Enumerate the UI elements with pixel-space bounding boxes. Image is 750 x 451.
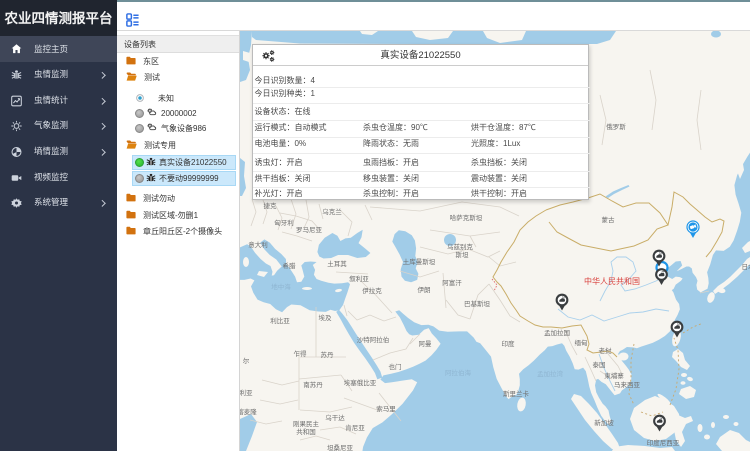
svg-text:土库曼斯坦: 土库曼斯坦 — [403, 257, 436, 266]
svg-text:缅甸: 缅甸 — [575, 338, 588, 347]
svg-text:蒙古: 蒙古 — [602, 215, 616, 224]
svg-text:罗马尼亚: 罗马尼亚 — [296, 226, 323, 234]
svg-text:伊拉克: 伊拉克 — [362, 286, 382, 295]
svg-text:共和国: 共和国 — [296, 427, 316, 436]
svg-text:日本: 日本 — [742, 262, 750, 271]
svg-text:乌干达: 乌干达 — [325, 413, 345, 422]
svg-text:希腊: 希腊 — [283, 261, 297, 270]
svg-text:巴基斯坦: 巴基斯坦 — [464, 299, 491, 308]
svg-text:孟加拉湾: 孟加拉湾 — [537, 369, 564, 378]
svg-text:索马里: 索马里 — [376, 404, 396, 413]
svg-text:沙特阿拉伯: 沙特阿拉伯 — [357, 335, 390, 344]
svg-text:利比亚: 利比亚 — [270, 316, 290, 325]
svg-text:叙利亚: 叙利亚 — [349, 274, 369, 283]
svg-text:也门: 也门 — [389, 362, 402, 371]
svg-text:阿拉伯海: 阿拉伯海 — [445, 368, 472, 377]
svg-text:印度尼西亚: 印度尼西亚 — [647, 438, 680, 447]
svg-text:乌克兰: 乌克兰 — [322, 207, 342, 216]
svg-text:俄罗斯: 俄罗斯 — [606, 122, 626, 131]
svg-text:埃及: 埃及 — [319, 313, 333, 322]
svg-text:尔: 尔 — [243, 356, 250, 365]
svg-text:苏丹: 苏丹 — [321, 350, 335, 359]
svg-text:泰国: 泰国 — [593, 360, 606, 369]
svg-text:埃塞俄比亚: 埃塞俄比亚 — [344, 378, 377, 387]
svg-text:马来西亚: 马来西亚 — [614, 381, 641, 389]
svg-text:乍得: 乍得 — [294, 349, 308, 358]
svg-text:坦桑尼亚: 坦桑尼亚 — [327, 443, 354, 451]
svg-text:印度: 印度 — [502, 339, 516, 348]
svg-text:新加坡: 新加坡 — [594, 418, 614, 427]
svg-text:喀麦隆: 喀麦隆 — [240, 407, 257, 416]
svg-text:阿富汗: 阿富汗 — [442, 278, 462, 287]
svg-text:阿曼: 阿曼 — [419, 339, 433, 348]
svg-text:意大利: 意大利 — [248, 240, 268, 249]
svg-text:乌兹别克: 乌兹别克 — [447, 242, 474, 251]
svg-text:肯尼亚: 肯尼亚 — [345, 423, 365, 432]
svg-text:土耳其: 土耳其 — [327, 259, 347, 268]
svg-text:老挝: 老挝 — [599, 346, 613, 355]
svg-text:南苏丹: 南苏丹 — [303, 380, 323, 389]
svg-text:斯坦: 斯坦 — [456, 250, 470, 259]
svg-text:伊朗: 伊朗 — [418, 285, 431, 294]
svg-text:柬埔寨: 柬埔寨 — [604, 371, 624, 380]
svg-text:地中海: 地中海 — [271, 282, 291, 291]
svg-text:匈牙利: 匈牙利 — [274, 218, 294, 227]
svg-text:刚果民主: 刚果民主 — [293, 419, 320, 428]
svg-text:捷克: 捷克 — [264, 201, 278, 210]
svg-text:利亚: 利亚 — [240, 388, 253, 397]
svg-text:哈萨克斯坦: 哈萨克斯坦 — [450, 213, 483, 222]
svg-text:孟加拉国: 孟加拉国 — [544, 328, 570, 337]
svg-text:斯里兰卡: 斯里兰卡 — [503, 389, 530, 398]
svg-text:中华人民共和国: 中华人民共和国 — [584, 276, 640, 286]
